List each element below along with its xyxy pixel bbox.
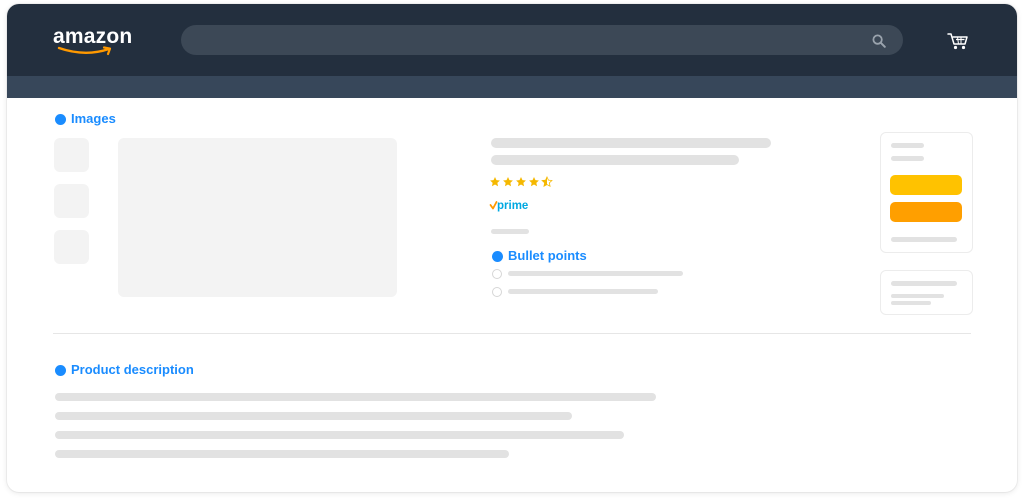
images-section-label: Images <box>55 111 116 127</box>
search-icon[interactable] <box>872 34 886 48</box>
buy-box-line-1 <box>891 143 924 148</box>
logo-smile-icon <box>57 46 112 56</box>
buy-box-line-3 <box>891 237 957 242</box>
star-full-icon <box>529 177 539 187</box>
images-label-text: Images <box>71 111 116 126</box>
thumbnail-3[interactable] <box>54 230 89 264</box>
app-window: amazon Images prime Bullet points Produc… <box>7 4 1017 492</box>
bullet-points-label-text: Bullet points <box>508 248 587 263</box>
prime-badge: prime <box>489 200 528 212</box>
cart-icon[interactable] <box>947 31 969 51</box>
description-line-2 <box>55 412 572 420</box>
thumbnail-1[interactable] <box>54 138 89 172</box>
add-to-cart-button[interactable] <box>890 175 962 195</box>
star-full-icon <box>503 177 513 187</box>
title-line-2 <box>491 155 739 165</box>
secondary-box <box>880 270 973 315</box>
search-input[interactable] <box>181 25 903 55</box>
bullet-line-2 <box>508 289 658 294</box>
top-nav-bar: amazon <box>7 4 1017 76</box>
product-description-section-label: Product description <box>55 362 194 378</box>
bullet-radio-2 <box>492 287 502 297</box>
title-line-1 <box>491 138 771 148</box>
main-product-image[interactable] <box>118 138 397 297</box>
images-marker-icon <box>55 113 66 125</box>
secondary-box-line-3 <box>891 301 931 305</box>
bullet-radio-1 <box>492 269 502 279</box>
product-description-label-text: Product description <box>71 362 194 377</box>
thumbnail-2[interactable] <box>54 184 89 218</box>
description-line-1 <box>55 393 656 401</box>
buy-box <box>880 132 973 253</box>
star-full-icon <box>490 177 500 187</box>
prime-label: prime <box>497 200 528 212</box>
buy-now-button[interactable] <box>890 202 962 222</box>
section-divider <box>53 333 971 334</box>
rating-stars[interactable] <box>489 176 553 188</box>
star-full-icon <box>516 177 526 187</box>
description-line-4 <box>55 450 509 458</box>
buy-box-line-2 <box>891 156 924 161</box>
bullet-line-1 <box>508 271 683 276</box>
description-line-3 <box>55 431 624 439</box>
secondary-box-line-1 <box>891 281 957 286</box>
star-half-icon <box>541 176 553 188</box>
sub-nav-bar <box>7 76 1017 98</box>
amazon-logo[interactable]: amazon <box>53 25 143 59</box>
product-description-marker-icon <box>55 364 66 376</box>
bullet-points-marker-icon <box>492 250 503 262</box>
bullet-points-section-label: Bullet points <box>492 248 587 264</box>
price-line <box>491 229 529 234</box>
secondary-box-line-2 <box>891 294 944 298</box>
